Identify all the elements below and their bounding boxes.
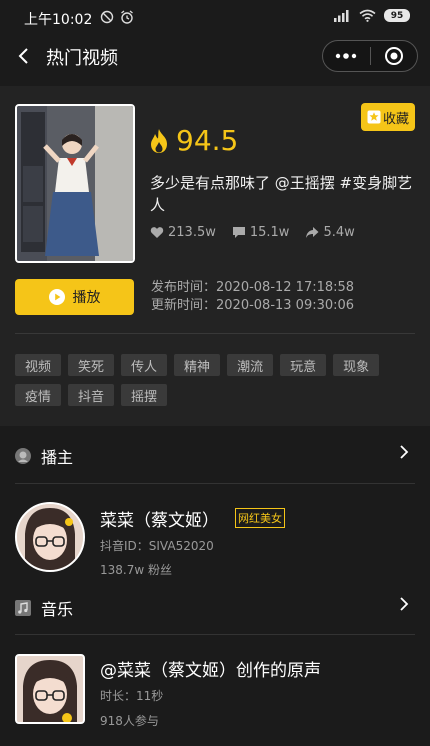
tag[interactable]: 精神 [174,354,221,376]
host-section-title: 播主 [41,448,74,467]
favorite-label: 收藏 [382,111,409,127]
favorite-button[interactable]: 收藏 [361,103,415,131]
host-avatar[interactable] [15,502,85,572]
miniprogram-capsule [322,40,418,72]
tag[interactable]: 玩意 [280,354,327,376]
video-card: 收藏 94.5 多少是有点那味了 @王摇摆 #变身脚艺人 213.5w 15.1… [0,86,430,426]
music-participants: 918人参与 [100,714,159,728]
heart-icon [150,227,164,238]
tag[interactable]: 视频 [15,354,62,376]
video-cover[interactable] [15,104,135,263]
likes-count: 213.5w [168,225,216,240]
tag[interactable]: 摇摆 [121,384,168,406]
comments-count: 15.1w [249,225,290,240]
battery-indicator: 95 [384,9,410,22]
music-note-icon [15,600,31,616]
status-bar: 上午10:02 95 [0,0,430,36]
tag[interactable]: 传人 [121,354,168,376]
more-dots-icon [336,53,357,59]
music-section-title: 音乐 [41,600,74,619]
signal-icon [334,10,349,22]
divider [15,333,415,334]
hot-score: 94.5 [148,124,238,157]
video-cover-image [17,106,133,261]
shares-stat: 5.4w [305,225,355,240]
divider [15,483,415,484]
host-account-id: 抖音ID：SIVA52020 [100,539,214,553]
shares-count: 5.4w [323,225,355,240]
alarm-icon [121,10,133,24]
music-cover-image [17,656,83,722]
comments-stat: 15.1w [232,225,290,240]
host-badge: 网红美女 [235,508,285,528]
tag[interactable]: 笑死 [68,354,115,376]
chevron-right-icon[interactable] [398,444,410,460]
status-time: 上午10:02 [24,12,93,28]
hot-score-value: 94.5 [176,124,239,157]
music-cover[interactable] [15,654,85,724]
video-stats: 213.5w 15.1w 5.4w [150,225,355,240]
video-dates: 发布时间：2020-08-12 17:18:58 更新时间：2020-08-13… [151,279,354,315]
host-name[interactable]: 菜菜（蔡文姬） [100,506,219,531]
play-button[interactable]: 播放 [15,279,134,315]
host-section: 播主 菜菜（蔡文姬） 网红美女 抖音ID：SIVA52020 138.7w 粉丝 [0,426,430,577]
music-duration: 时长：11秒 [100,689,164,703]
host-avatar-image [17,504,83,570]
tag[interactable]: 疫情 [15,384,62,406]
status-right-icons: 95 [333,9,410,22]
chevron-left-icon [18,48,28,64]
likes-stat: 213.5w [150,225,216,240]
tag[interactable]: 抖音 [68,384,115,406]
host-section-header[interactable]: 播主 [15,444,73,468]
flame-icon [151,128,167,153]
chevron-right-icon[interactable] [398,596,410,612]
target-close-icon [384,47,403,65]
comment-icon [232,227,245,238]
back-button[interactable] [12,44,36,68]
host-avatar-icon [15,448,31,464]
video-title: 多少是有点那味了 @王摇摆 #变身脚艺人 [150,174,413,214]
more-button[interactable] [323,41,370,71]
tag[interactable]: 现象 [333,354,380,376]
nav-bar: 热门视频 [0,36,430,78]
page-title: 热门视频 [46,48,118,69]
music-section-header[interactable]: 音乐 [15,596,73,620]
tag[interactable]: 潮流 [227,354,274,376]
status-left-icons [100,10,134,24]
star-icon [367,110,381,124]
share-arrow-icon [306,227,319,238]
divider [15,634,415,635]
wifi-icon [359,9,376,22]
close-miniprogram-button[interactable] [371,41,418,71]
play-icon [48,289,65,305]
music-section: 音乐 @菜菜（蔡文姬）创作的原声 时长：11秒 918人参与 [0,576,430,746]
do-not-disturb-icon [100,10,114,24]
publish-time: 发布时间：2020-08-12 17:18:58 [151,280,355,295]
tag-list: 视频 笑死 传人 精神 潮流 玩意 现象 疫情 抖音 摇摆 [15,354,415,406]
play-label: 播放 [72,290,101,306]
update-time: 更新时间：2020-08-13 09:30:06 [151,298,355,313]
music-title[interactable]: @菜菜（蔡文姬）创作的原声 [100,656,321,681]
